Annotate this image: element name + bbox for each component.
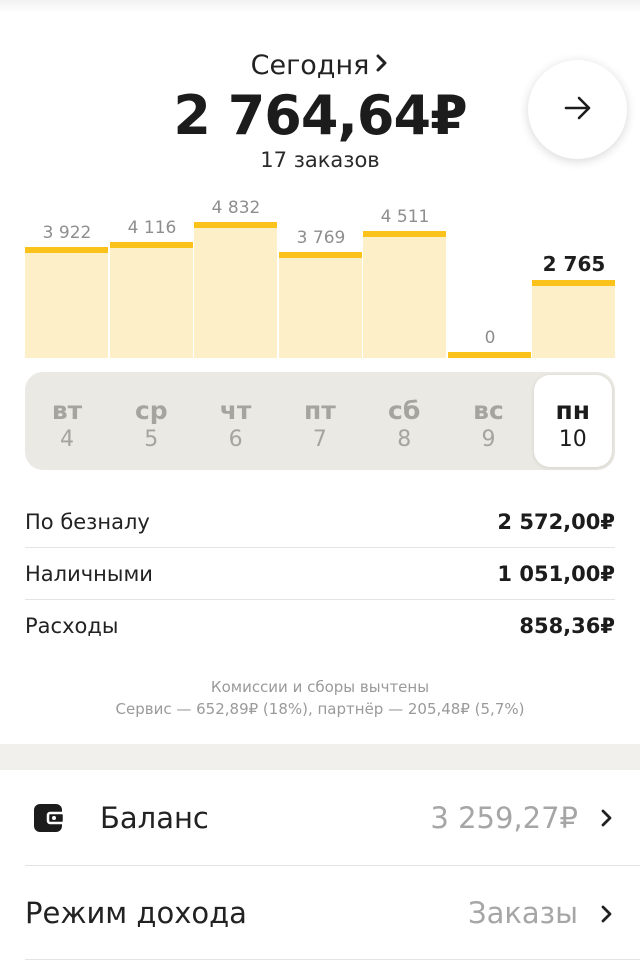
period-label: Сегодня xyxy=(250,50,370,81)
breakdown-label: По безналу xyxy=(25,509,150,534)
breakdown-value: 1 051,00₽ xyxy=(497,561,615,586)
day-tab-weekday: пт xyxy=(304,396,336,425)
commission-note: Комиссии и сборы вычтены Сервис — 652,89… xyxy=(0,676,640,720)
day-tab-weekday: ср xyxy=(134,396,168,425)
menu-list: Баланс 3 259,27₽ Режим дохода Заказы xyxy=(0,770,640,960)
chart-bar[interactable] xyxy=(532,280,615,358)
breakdown-row: Наличными 1 051,00₽ xyxy=(25,548,615,600)
arrow-right-icon xyxy=(563,95,593,125)
earnings-chart: 3 922 4 116 4 832 3 769 4 511 0 2 765 xyxy=(0,198,640,360)
income-mode-value: Заказы xyxy=(468,896,578,930)
day-tab-weekday: вт xyxy=(51,396,83,425)
chart-bar-top xyxy=(532,280,615,286)
day-tab-weekday: пн xyxy=(555,396,591,425)
chart-value-label: 3 769 xyxy=(296,228,346,248)
breakdown-value: 2 572,00₽ xyxy=(497,509,615,534)
chart-bar[interactable] xyxy=(25,247,108,358)
chevron-right-icon xyxy=(375,50,389,81)
breakdown-row: Расходы 858,36₽ xyxy=(25,600,615,652)
chart-value-label: 4 832 xyxy=(211,198,261,218)
commission-note-line2: Сервис — 652,89₽ (18%), партнёр — 205,48… xyxy=(115,700,525,718)
balance-item[interactable]: Баланс 3 259,27₽ xyxy=(0,770,640,865)
chart-bar[interactable] xyxy=(363,231,446,358)
top-shadow xyxy=(0,0,640,14)
chart-bar-top xyxy=(363,231,446,237)
day-tab-date: 6 xyxy=(228,427,243,452)
day-tab-date: 10 xyxy=(558,427,587,452)
chart-bar-top xyxy=(110,242,193,248)
day-tab-date: 9 xyxy=(481,427,496,452)
chart-value-label: 4 511 xyxy=(380,207,430,227)
wallet-icon xyxy=(34,803,66,832)
day-tab[interactable]: пт 7 xyxy=(278,372,362,470)
day-tab-date: 8 xyxy=(397,427,412,452)
chart-bar[interactable] xyxy=(448,352,531,358)
breakdown-label: Наличными xyxy=(25,561,153,586)
day-tab[interactable]: чт 6 xyxy=(194,372,278,470)
balance-value: 3 259,27₽ xyxy=(430,800,578,835)
chart-bar-top xyxy=(194,222,277,228)
next-button[interactable] xyxy=(528,60,627,159)
chart-value-label: 3 922 xyxy=(42,223,92,243)
balance-title: Баланс xyxy=(100,800,209,835)
chart-bar[interactable] xyxy=(110,242,193,358)
day-tab[interactable]: вс 9 xyxy=(447,372,531,470)
chevron-right-icon xyxy=(600,770,614,865)
breakdown-label: Расходы xyxy=(25,614,119,638)
day-tab[interactable]: пн 10 xyxy=(533,375,612,467)
chart-bar[interactable] xyxy=(194,222,277,358)
day-tab-date: 4 xyxy=(60,427,74,452)
breakdown-list: По безналу 2 572,00₽ Наличными 1 051,00₽ Рас… xyxy=(25,496,615,652)
commission-note-line1: Комиссии и сборы вычтены xyxy=(210,678,430,696)
day-tab[interactable]: ср 5 xyxy=(109,372,193,470)
section-divider xyxy=(0,744,640,770)
day-tab[interactable]: вт 4 xyxy=(25,372,109,470)
chart-bar-top xyxy=(279,252,362,258)
day-tab-date: 5 xyxy=(144,427,159,452)
day-tab-date: 7 xyxy=(312,427,327,452)
chevron-right-icon xyxy=(600,866,614,961)
income-mode-title: Режим дохода xyxy=(25,896,247,930)
orders-count: 17 заказов xyxy=(260,148,380,172)
chart-bar-top xyxy=(25,247,108,253)
breakdown-value: 858,36₽ xyxy=(519,614,615,638)
day-tab[interactable]: сб 8 xyxy=(362,372,446,470)
day-tab-weekday: сб xyxy=(388,396,421,425)
chart-value-label: 0 xyxy=(484,328,496,348)
bottom-divider xyxy=(25,959,640,960)
day-tab-weekday: чт xyxy=(219,396,252,425)
income-mode-item[interactable]: Режим дохода Заказы xyxy=(25,865,640,960)
chart-bar[interactable] xyxy=(279,252,362,358)
chart-value-label: 4 116 xyxy=(127,218,177,238)
chart-bar-top xyxy=(448,352,531,358)
day-selector: вт 4 ср 5 чт 6 пт 7 сб 8 вс 9 пн 10 xyxy=(25,372,615,470)
day-tab-weekday: вс xyxy=(473,396,504,425)
breakdown-row: По безналу 2 572,00₽ xyxy=(25,496,615,548)
chart-value-label: 2 765 xyxy=(542,252,606,276)
